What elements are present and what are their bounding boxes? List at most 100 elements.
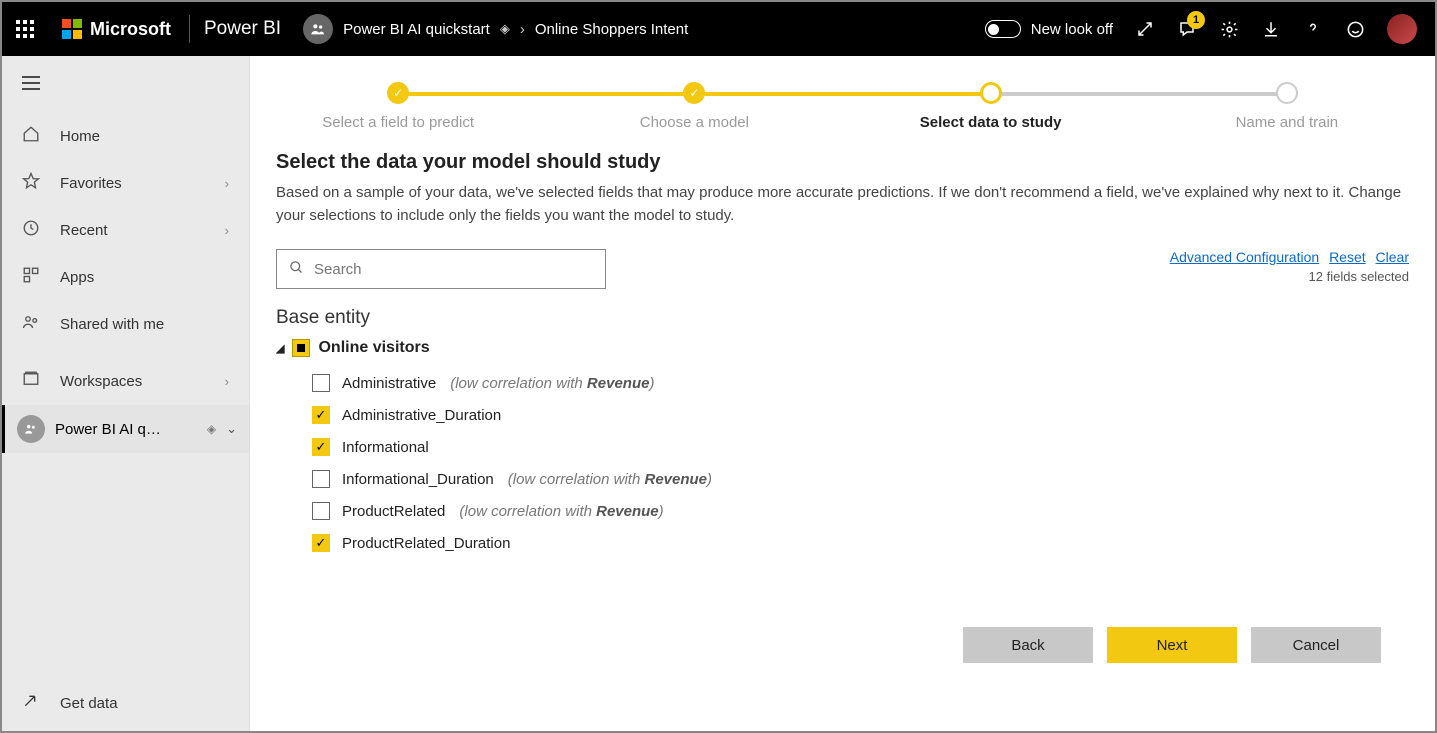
field-productrelated-duration[interactable]: ✓ ProductRelated_Duration [276, 527, 1385, 559]
step-2[interactable]: ✓ Choose a model [546, 82, 842, 131]
top-bar: Microsoft Power BI Power BI AI quickstar… [2, 2, 1435, 56]
entity-tree: ◢ Online visitors Administrative (low co… [276, 339, 1409, 609]
search-input[interactable] [314, 261, 593, 278]
breadcrumb-separator-icon: › [520, 21, 525, 38]
nav-apps[interactable]: Apps [2, 254, 249, 301]
workspaces-icon [22, 370, 44, 393]
help-icon[interactable] [1303, 19, 1323, 39]
entity-checkbox[interactable] [292, 339, 310, 357]
app-launcher-icon[interactable] [16, 20, 34, 38]
field-checkbox[interactable] [312, 374, 330, 392]
chevron-right-icon: › [225, 374, 229, 389]
breadcrumb-workspace[interactable]: Power BI AI quickstart [343, 21, 490, 38]
field-administrative-duration[interactable]: ✓ Administrative_Duration [276, 399, 1385, 431]
field-informational[interactable]: ✓ Informational [276, 431, 1385, 463]
microsoft-label: Microsoft [90, 19, 171, 40]
step-2-label: Choose a model [640, 114, 749, 131]
chevron-right-icon: › [225, 176, 229, 191]
main-content: ✓ Select a field to predict ✓ Choose a m… [250, 56, 1435, 731]
fullscreen-icon[interactable] [1135, 19, 1155, 39]
entity-online-visitors[interactable]: ◢ Online visitors [276, 339, 1385, 357]
field-productrelated[interactable]: ProductRelated (low correlation with Rev… [276, 495, 1385, 527]
shared-icon [22, 313, 44, 336]
field-checkbox[interactable]: ✓ [312, 406, 330, 424]
new-look-toggle[interactable] [985, 20, 1021, 38]
page-title: Select the data your model should study [276, 151, 1409, 174]
advanced-config-link[interactable]: Advanced Configuration [1170, 249, 1319, 265]
user-avatar[interactable] [1387, 14, 1417, 44]
notification-badge: 1 [1187, 11, 1205, 29]
step-1[interactable]: ✓ Select a field to predict [250, 82, 546, 131]
wizard-footer: Back Next Cancel [276, 609, 1409, 681]
toolbar: Advanced Configuration Reset Clear 12 fi… [276, 249, 1409, 289]
nav-workspaces-label: Workspaces [60, 373, 142, 390]
new-look-label: New look off [1031, 21, 1113, 38]
sidebar: Home Favorites › Recent › Apps S [2, 56, 250, 731]
field-checkbox[interactable] [312, 502, 330, 520]
nav-favorites[interactable]: Favorites › [2, 160, 249, 207]
field-hint: (low correlation with Revenue) [459, 503, 663, 520]
chevron-down-icon[interactable]: ⌄ [226, 421, 237, 437]
premium-diamond-icon: ◈ [207, 422, 216, 436]
nav-recent-label: Recent [60, 222, 108, 239]
reset-link[interactable]: Reset [1329, 249, 1366, 265]
field-hint: (low correlation with Revenue) [450, 375, 654, 392]
star-icon [22, 172, 44, 195]
breadcrumb: Power BI AI quickstart ◈ › Online Shoppe… [303, 14, 985, 44]
field-hint: (low correlation with Revenue) [508, 471, 712, 488]
top-right-actions: New look off 1 [985, 14, 1421, 44]
wizard-stepper: ✓ Select a field to predict ✓ Choose a m… [250, 56, 1435, 141]
search-icon [289, 260, 304, 279]
settings-gear-icon[interactable] [1219, 19, 1239, 39]
entity-name: Online visitors [318, 339, 429, 357]
workspace-small-avatar-icon [17, 415, 45, 443]
field-informational-duration[interactable]: Informational_Duration (low correlation … [276, 463, 1385, 495]
notifications-icon[interactable]: 1 [1177, 19, 1197, 39]
step-1-label: Select a field to predict [322, 114, 474, 131]
field-label: Administrative [342, 375, 436, 392]
get-data-button[interactable]: Get data [2, 675, 249, 731]
nav-home[interactable]: Home [2, 113, 249, 160]
workspace-avatar-icon[interactable] [303, 14, 333, 44]
get-data-label: Get data [60, 695, 118, 712]
sidebar-current-workspace[interactable]: Power BI AI q… ◈ ⌄ [2, 405, 249, 453]
step-4-label: Name and train [1236, 114, 1339, 131]
breadcrumb-page[interactable]: Online Shoppers Intent [535, 21, 688, 38]
hamburger-menu-icon[interactable] [2, 56, 249, 113]
collapse-triangle-icon[interactable]: ◢ [276, 342, 284, 355]
apps-icon [22, 266, 44, 289]
nav-shared[interactable]: Shared with me [2, 301, 249, 348]
get-data-icon [22, 693, 44, 713]
field-checkbox[interactable]: ✓ [312, 438, 330, 456]
field-label: Informational [342, 439, 429, 456]
clear-link[interactable]: Clear [1376, 249, 1409, 265]
field-label: ProductRelated_Duration [342, 535, 510, 552]
step-3[interactable]: Select data to study [843, 82, 1139, 131]
field-checkbox[interactable]: ✓ [312, 534, 330, 552]
clock-icon [22, 219, 44, 242]
cancel-button[interactable]: Cancel [1251, 627, 1381, 663]
base-entity-heading: Base entity [276, 307, 1409, 329]
field-checkbox[interactable] [312, 470, 330, 488]
page-description: Based on a sample of your data, we've se… [276, 182, 1409, 227]
product-label[interactable]: Power BI [204, 18, 281, 40]
nav-recent[interactable]: Recent › [2, 207, 249, 254]
download-icon[interactable] [1261, 19, 1281, 39]
search-box[interactable] [276, 249, 606, 289]
premium-diamond-icon: ◈ [500, 21, 510, 37]
field-label: Informational_Duration [342, 471, 494, 488]
nav-shared-label: Shared with me [60, 316, 164, 333]
field-administrative[interactable]: Administrative (low correlation with Rev… [276, 367, 1385, 399]
current-workspace-label: Power BI AI q… [55, 421, 207, 438]
field-label: ProductRelated [342, 503, 445, 520]
home-icon [22, 125, 44, 148]
back-button[interactable]: Back [963, 627, 1093, 663]
next-button[interactable]: Next [1107, 627, 1237, 663]
microsoft-logo-icon [62, 19, 82, 39]
feedback-smile-icon[interactable] [1345, 19, 1365, 39]
nav-workspaces[interactable]: Workspaces › [2, 358, 249, 405]
nav-apps-label: Apps [60, 269, 94, 286]
chevron-right-icon: › [225, 223, 229, 238]
divider [189, 15, 190, 43]
field-label: Administrative_Duration [342, 407, 501, 424]
